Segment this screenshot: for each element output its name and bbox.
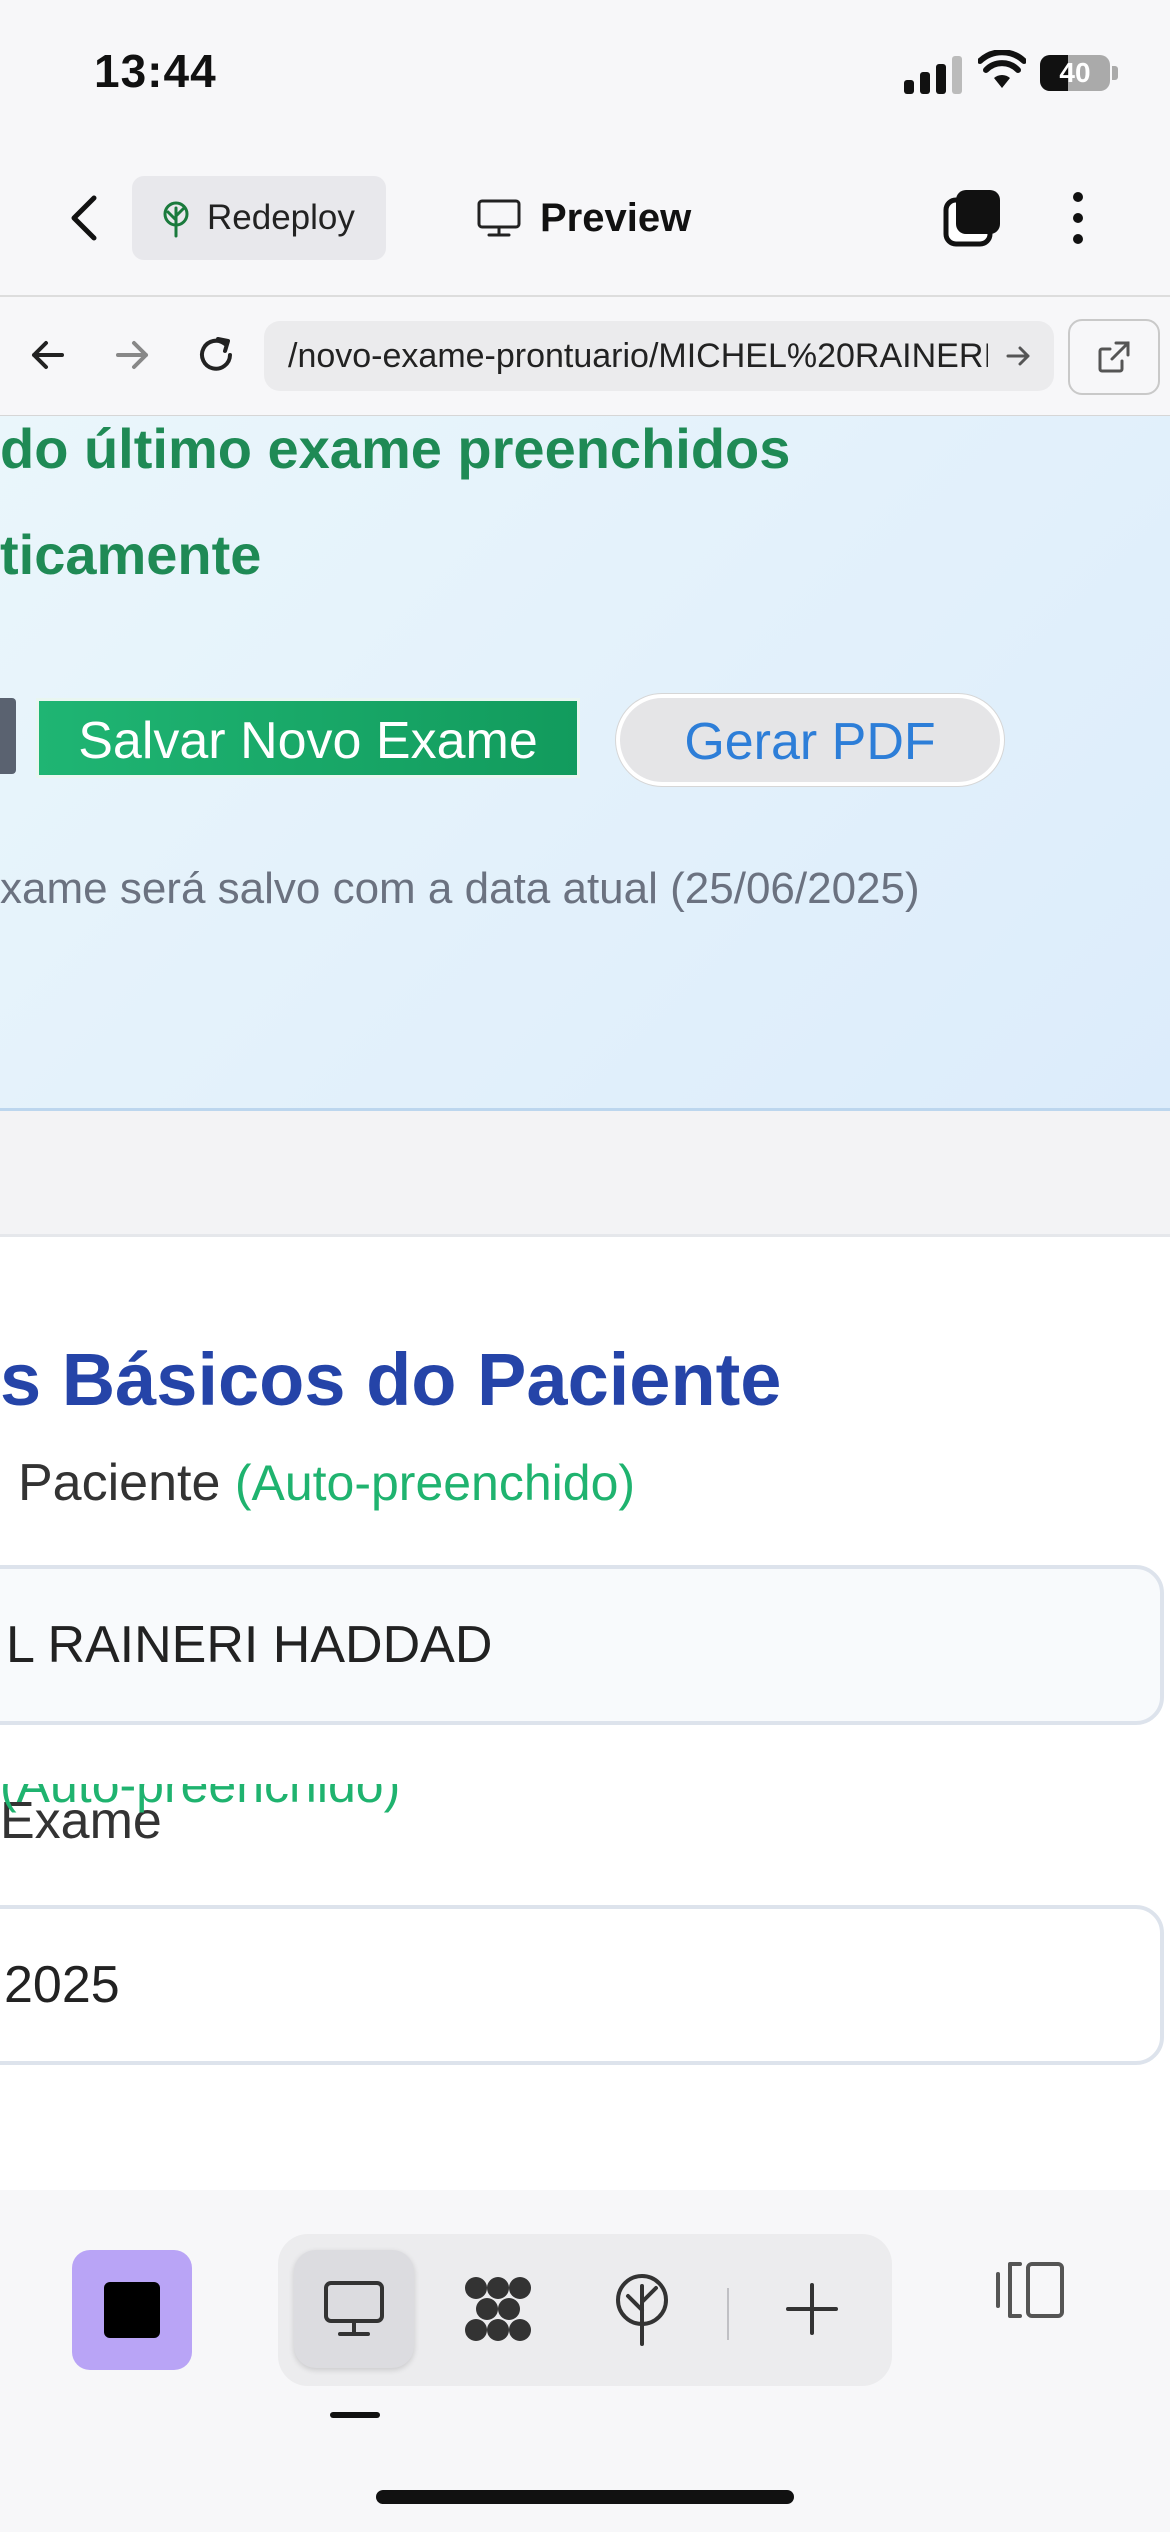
save-date-note: xame será salvo com a data atual (25/06/… [0, 864, 920, 913]
previous-action-button[interactable] [0, 698, 16, 774]
external-link-icon [1098, 341, 1130, 373]
patient-name-field[interactable]: L RAINERI HADDAD [0, 1565, 1164, 1725]
info-banner: do último exame preenchidos ticamente Sa… [0, 416, 1170, 1111]
auto-filled-tag: (Auto-preenchido) [234, 1455, 636, 1511]
preview-label: Preview [540, 196, 692, 240]
arrow-left-icon[interactable] [20, 327, 76, 383]
view-switcher [278, 2234, 892, 2386]
banner-text-line-2: ticamente [0, 523, 262, 586]
nodes-view-button[interactable] [438, 2250, 558, 2368]
add-button[interactable] [752, 2250, 872, 2368]
reload-icon[interactable] [188, 327, 244, 383]
next-auto-filled-tag: (Auto-preenchido) [0, 1784, 400, 1813]
patient-basic-data-card: s Básicos do Paciente Paciente (Auto-pre… [0, 1234, 1170, 2190]
status-bar: 13:44 40 [0, 0, 1170, 150]
split-view-button[interactable] [990, 2250, 1080, 2340]
battery-icon: 40 [1040, 55, 1110, 91]
monitor-icon [324, 2281, 384, 2336]
active-tab-indicator [330, 2412, 380, 2418]
generate-pdf-label: Gerar PDF [684, 713, 936, 771]
browser-bar: /novo-exame-prontuario/MICHEL%20RAINERI%… [0, 297, 1170, 417]
battery-nub [1112, 66, 1118, 80]
webview: do último exame preenchidos ticamente Sa… [0, 416, 1170, 2190]
preview-view-button[interactable] [294, 2250, 414, 2368]
more-dot [1073, 234, 1083, 244]
patient-name-label-text: Paciente [18, 1454, 221, 1512]
more-vertical-icon [1073, 192, 1083, 202]
chevron-left-icon [71, 195, 97, 241]
url-text: /novo-exame-prontuario/MICHEL%20RAINERI%… [288, 337, 988, 375]
preview-button[interactable]: Preview [470, 176, 730, 260]
next-field-label-partial: (Auto-preenchido) [0, 1784, 400, 1824]
generate-pdf-button[interactable]: Gerar PDF [616, 694, 1004, 786]
plus-icon [786, 2283, 838, 2335]
back-button[interactable] [60, 188, 110, 248]
exam-date-value: 2025 [4, 1956, 120, 2014]
wifi-icon [978, 50, 1026, 88]
bottom-toolbar [0, 2190, 1170, 2532]
app-toolbar: Redeploy Preview [0, 150, 1170, 297]
patient-name-value: L RAINERI HADDAD [6, 1616, 493, 1674]
deploy-view-button[interactable] [582, 2250, 702, 2368]
battery-percent: 40 [1059, 57, 1091, 88]
stop-button[interactable] [72, 2250, 192, 2370]
tabs-icon [943, 190, 1000, 247]
arrow-right-icon[interactable] [104, 327, 160, 383]
save-new-exam-label: Salvar Novo Exame [78, 712, 538, 770]
section-title: s Básicos do Paciente [0, 1338, 782, 1421]
tree-icon [616, 2274, 668, 2346]
tabs-button[interactable] [940, 186, 1004, 250]
address-bar[interactable]: /novo-exame-prontuario/MICHEL%20RAINERI%… [264, 321, 1054, 391]
tree-icon [163, 201, 189, 238]
patient-name-label: Paciente (Auto-preenchido) [18, 1453, 635, 1513]
go-arrow-icon[interactable] [1004, 341, 1034, 371]
redeploy-label: Redeploy [207, 198, 355, 237]
home-indicator [376, 2490, 794, 2504]
more-options-button[interactable] [1060, 186, 1096, 250]
save-new-exam-button[interactable]: Salvar Novo Exame [36, 698, 580, 778]
status-time: 13:44 [94, 45, 217, 97]
nodes-icon [465, 2277, 531, 2341]
redeploy-button[interactable]: Redeploy [132, 176, 386, 260]
open-external-button[interactable] [1068, 319, 1160, 395]
monitor-icon [477, 199, 521, 237]
stop-icon [104, 2282, 160, 2338]
toolbar-divider [727, 2288, 729, 2340]
cellular-signal-icon [904, 52, 964, 94]
exam-date-field[interactable]: 2025 [0, 1905, 1164, 2065]
banner-text-line-1: do último exame preenchidos [0, 417, 791, 480]
split-view-icon [996, 2262, 1064, 2318]
more-dot [1073, 213, 1083, 223]
